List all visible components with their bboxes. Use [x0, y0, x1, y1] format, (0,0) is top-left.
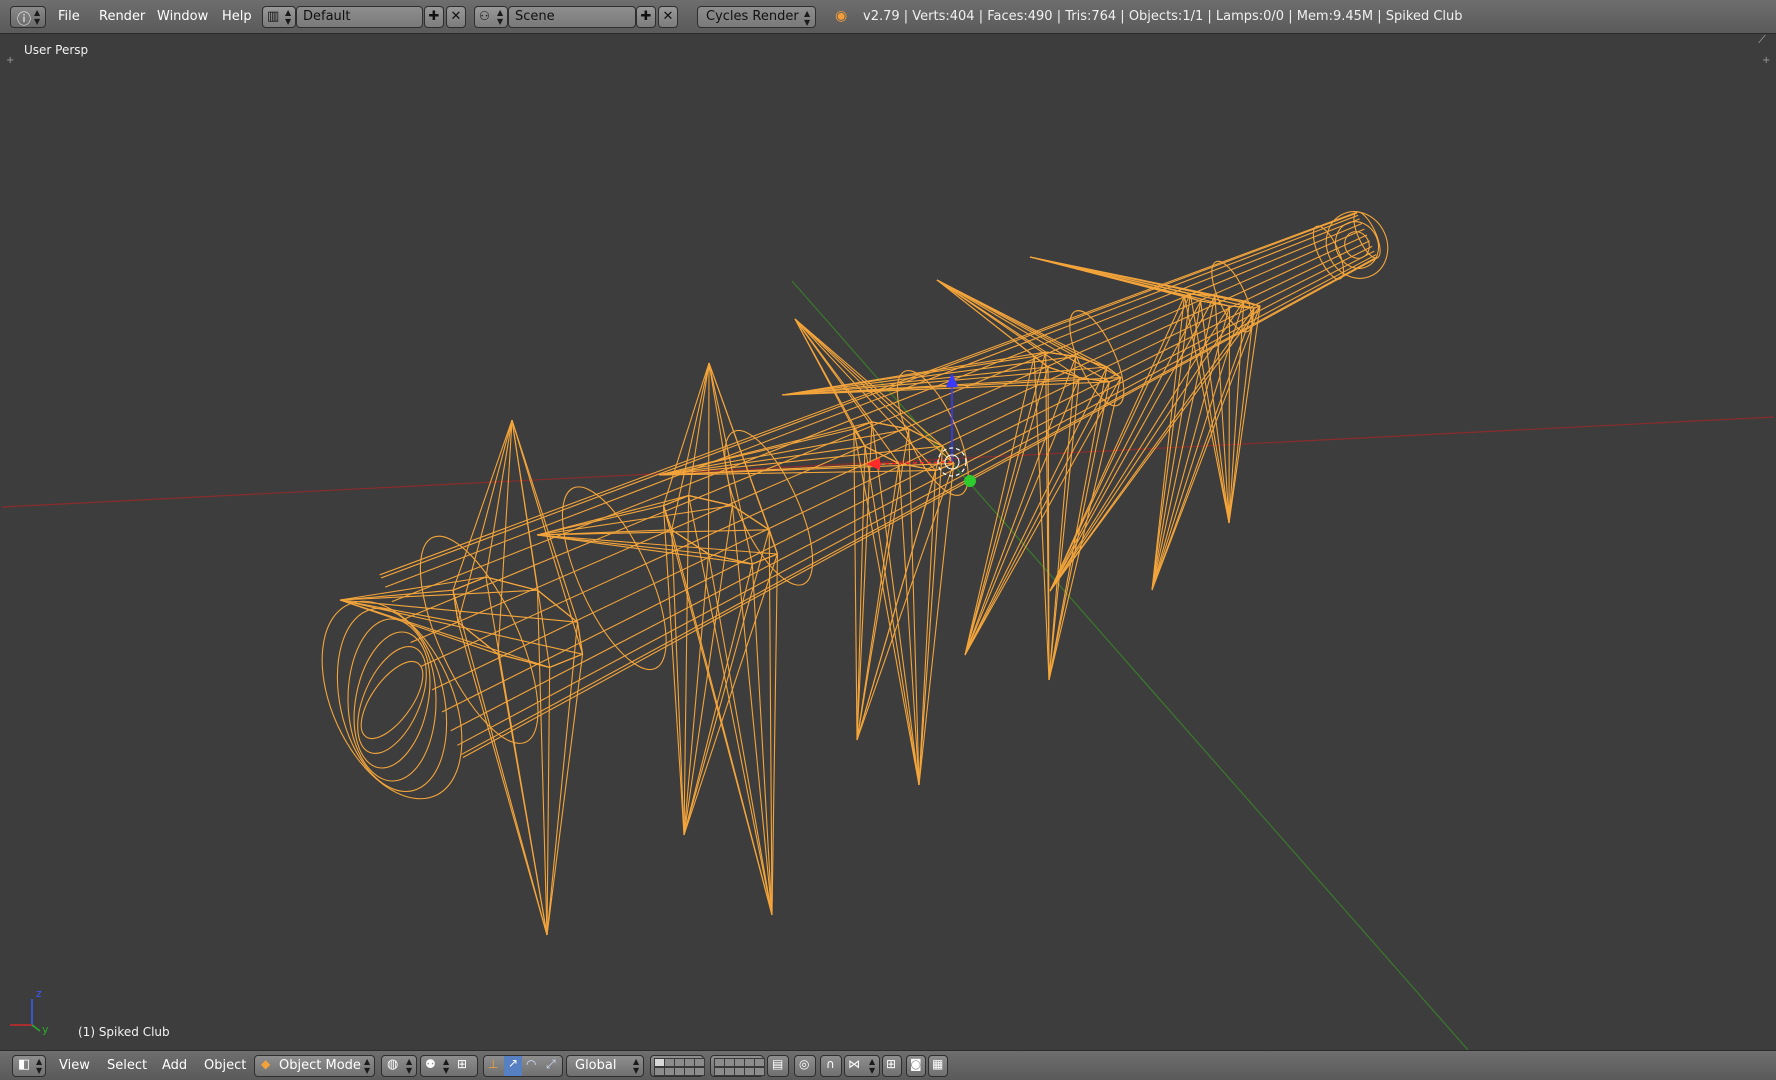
info-icon: ⓘ [17, 12, 31, 28]
snap-increment-icon: ⋈ [848, 1057, 860, 1071]
render-layer-icon: ▤ [772, 1057, 784, 1071]
delete-screen-button[interactable]: ✕ [446, 6, 466, 28]
viewport-shading-dropdown[interactable]: ◍ ▲ ▼ [381, 1055, 417, 1077]
chevron-updown-icon: ▲ ▼ [869, 1057, 876, 1075]
info-header: ⓘ ▲ ▼ File Render Window Help ▥ ▲ ▼ Defaul… [0, 0, 1776, 34]
scene-statistics: v2.79 | Verts:404 | Faces:490 | Tris:764… [863, 9, 1463, 24]
3d-viewport[interactable]: + + ⟋ User Persp z y (1) Spiked Club [2, 35, 1774, 1050]
snap-toggle-button[interactable]: ∩ [820, 1055, 842, 1077]
chevron-updown-icon: ▲ ▼ [443, 1057, 450, 1075]
gizmo-y-label: y [42, 1023, 49, 1036]
proportional-edit-button[interactable]: ◎ [794, 1055, 816, 1077]
proportional-edit-icon: ◎ [799, 1057, 810, 1071]
add-screen-button[interactable]: ✚ [424, 6, 444, 28]
snap-element-dropdown[interactable]: ⋈ ▲ ▼ [844, 1055, 880, 1077]
opengl-render-animation-button[interactable]: ▦ [928, 1055, 948, 1077]
render-engine-label: Cycles Render [706, 9, 799, 24]
manipulator-toggle-icon[interactable]: ⊥ [488, 1057, 498, 1071]
layer-toggle[interactable] [694, 1058, 705, 1067]
axis-orientation-gizmo: z y [10, 987, 49, 1036]
layer-toggle[interactable] [754, 1058, 765, 1067]
lock-layers-button[interactable]: ▤ [767, 1055, 789, 1077]
chevron-updown-icon: ▲ ▼ [406, 1057, 413, 1075]
screen-layout-browse-button[interactable]: ▥ ▲ ▼ [262, 6, 296, 28]
opengl-render-image-button[interactable]: ◙ [906, 1055, 926, 1077]
editor-type-button[interactable]: ⓘ ▲ ▼ [10, 6, 46, 28]
y-axis-line [791, 280, 1469, 1050]
scene-field[interactable]: Scene [508, 6, 636, 28]
delete-scene-button[interactable]: ✕ [658, 6, 678, 28]
rotate-manipulator-icon[interactable]: ◠ [526, 1057, 536, 1071]
plus-icon: ✚ [428, 9, 440, 24]
layers-block-2[interactable] [710, 1055, 765, 1077]
scene-canvas[interactable] [2, 35, 1774, 1050]
pivot-only-locations-icon[interactable]: ⊞ [457, 1057, 467, 1071]
editor-type-button[interactable]: ◧ ▲ ▼ [12, 1055, 46, 1077]
chevron-updown-icon: ▲ ▼ [285, 8, 292, 26]
camera-icon: ◙ [910, 1057, 922, 1071]
chevron-updown-icon: ▲ ▼ [497, 8, 504, 26]
gizmo-z-label: z [36, 987, 42, 1000]
menu-file[interactable]: File [58, 9, 80, 27]
active-object-label: (1) Spiked Club [78, 1025, 170, 1039]
translate-manipulator-icon[interactable]: ↗ [504, 1056, 522, 1076]
layer-toggle[interactable] [754, 1067, 765, 1076]
blender-logo-icon: ◉ [835, 8, 848, 24]
layer-toggle[interactable] [694, 1067, 705, 1076]
layout-grid-icon: ▥ [267, 9, 280, 24]
spiked-club-wireframe[interactable] [294, 202, 1399, 936]
y-handle-icon[interactable] [964, 475, 976, 487]
menu-view[interactable]: View [59, 1058, 90, 1080]
render-engine-dropdown[interactable]: Cycles Render ▲ ▼ [697, 6, 816, 28]
magnet-icon: ∩ [826, 1057, 835, 1071]
snap-target-button[interactable]: ⊞ [882, 1055, 902, 1077]
menu-window[interactable]: Window [157, 9, 208, 27]
object-cube-icon: ◆ [261, 1057, 271, 1071]
clapperboard-icon: ▦ [932, 1057, 944, 1071]
scale-manipulator-icon[interactable]: ⤢ [546, 1057, 556, 1072]
menu-object[interactable]: Object [204, 1058, 246, 1080]
interaction-mode-label: Object Mode [279, 1058, 361, 1073]
menu-select[interactable]: Select [107, 1058, 147, 1080]
transform-orientation-dropdown[interactable]: Global ▲ ▼ [566, 1055, 644, 1077]
menu-render[interactable]: Render [99, 9, 145, 27]
orientation-label: Global [575, 1058, 617, 1073]
plus-icon: ✚ [640, 9, 652, 24]
chevron-updown-icon: ▲ ▼ [804, 9, 811, 27]
view3d-icon: ◧ [18, 1057, 31, 1072]
menu-add[interactable]: Add [162, 1058, 187, 1080]
layers-block-1[interactable] [650, 1055, 705, 1077]
close-icon: ✕ [662, 9, 674, 24]
view3d-header: ◧ ▲ ▼ View Select Add Object ◆ Object Mod… [0, 1050, 1776, 1080]
menu-help[interactable]: Help [222, 9, 252, 27]
x-axis-line [2, 416, 1774, 508]
scene-icon: ⚇ [479, 9, 490, 23]
chevron-updown-icon: ▲ ▼ [36, 1057, 43, 1075]
pivot-point-dropdown[interactable]: ⚉ ▲ ▼ ⊞ [420, 1055, 478, 1077]
shading-sphere-icon: ◍ [387, 1057, 399, 1072]
manipulator-group[interactable]: ⊥ ↗ ◠ ⤢ [483, 1055, 563, 1077]
close-icon: ✕ [450, 9, 462, 24]
pivot-icon: ⚉ [425, 1057, 436, 1071]
screen-layout-field[interactable]: Default [296, 6, 423, 28]
add-scene-button[interactable]: ✚ [636, 6, 656, 28]
interaction-mode-dropdown[interactable]: ◆ Object Mode ▲ ▼ [254, 1055, 375, 1077]
chevron-updown-icon: ▲ ▼ [364, 1057, 371, 1075]
snap-target-icon: ⊞ [886, 1057, 897, 1071]
chevron-updown-icon: ▲ ▼ [633, 1057, 640, 1075]
chevron-updown-icon: ▲ ▼ [34, 8, 41, 26]
scene-browse-button[interactable]: ⚇ ▲ ▼ [474, 6, 508, 28]
